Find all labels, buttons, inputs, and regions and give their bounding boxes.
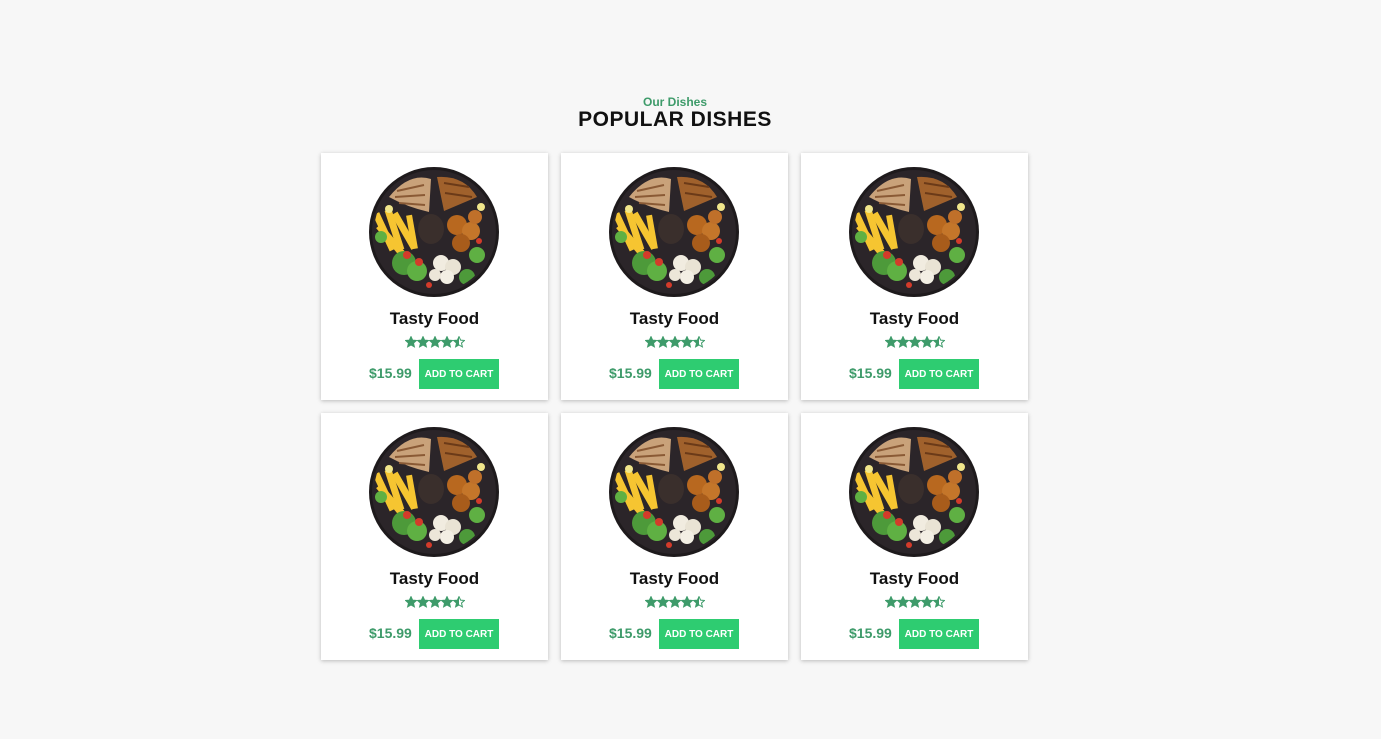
rating-stars	[321, 336, 548, 350]
rating-stars	[801, 336, 1028, 350]
star-icon	[908, 596, 921, 608]
dishes-grid: Tasty Food $15.99 ADD TO CART Tasty Food…	[321, 153, 1029, 660]
dish-price: $15.99	[849, 625, 892, 641]
star-icon	[884, 596, 897, 608]
food-plate-image	[369, 167, 499, 297]
star-icon	[428, 596, 441, 608]
star-icon	[656, 336, 669, 348]
food-plate-image	[849, 427, 979, 557]
star-half-icon	[692, 336, 705, 348]
rating-stars	[561, 336, 788, 350]
star-half-icon	[932, 596, 945, 608]
star-half-icon	[692, 596, 705, 608]
section-title: POPULAR DISHES	[578, 108, 772, 131]
star-icon	[920, 336, 933, 348]
dish-card: Tasty Food $15.99 ADD TO CART	[321, 153, 548, 400]
star-icon	[416, 596, 429, 608]
add-to-cart-button[interactable]: ADD TO CART	[659, 619, 739, 649]
dish-name: Tasty Food	[629, 309, 720, 328]
food-plate-image	[609, 167, 739, 297]
add-to-cart-button[interactable]: ADD TO CART	[899, 619, 979, 649]
star-icon	[668, 596, 681, 608]
star-icon	[896, 336, 909, 348]
dish-price: $15.99	[369, 365, 412, 381]
star-icon	[644, 336, 657, 348]
star-icon	[440, 336, 453, 348]
star-half-icon	[452, 596, 465, 608]
star-icon	[668, 336, 681, 348]
dish-name: Tasty Food	[869, 569, 960, 588]
star-icon	[404, 596, 417, 608]
dish-name: Tasty Food	[389, 309, 480, 328]
dish-name: Tasty Food	[389, 569, 480, 588]
star-icon	[656, 596, 669, 608]
food-plate-image	[369, 427, 499, 557]
dish-card: Tasty Food $15.99 ADD TO CART	[561, 413, 788, 660]
dish-price: $15.99	[369, 625, 412, 641]
dish-card: Tasty Food $15.99 ADD TO CART	[561, 153, 788, 400]
rating-stars	[801, 596, 1028, 610]
star-icon	[440, 596, 453, 608]
star-icon	[428, 336, 441, 348]
add-to-cart-button[interactable]: ADD TO CART	[419, 359, 499, 389]
dish-price: $15.99	[609, 625, 652, 641]
rating-stars	[561, 596, 788, 610]
popular-dishes-section: Our Dishes POPULAR DISHES Tasty Food $15…	[0, 0, 1381, 739]
star-icon	[404, 336, 417, 348]
star-icon	[680, 336, 693, 348]
star-icon	[920, 596, 933, 608]
rating-stars	[321, 596, 548, 610]
dish-name: Tasty Food	[869, 309, 960, 328]
star-icon	[416, 336, 429, 348]
star-half-icon	[932, 336, 945, 348]
dish-card: Tasty Food $15.99 ADD TO CART	[321, 413, 548, 660]
star-icon	[884, 336, 897, 348]
add-to-cart-button[interactable]: ADD TO CART	[659, 359, 739, 389]
dish-price: $15.99	[609, 365, 652, 381]
food-plate-image	[849, 167, 979, 297]
section-subtitle: Our Dishes	[642, 95, 708, 109]
star-half-icon	[452, 336, 465, 348]
dish-card: Tasty Food $15.99 ADD TO CART	[801, 153, 1028, 400]
dish-price: $15.99	[849, 365, 892, 381]
star-icon	[644, 596, 657, 608]
add-to-cart-button[interactable]: ADD TO CART	[899, 359, 979, 389]
star-icon	[908, 336, 921, 348]
dish-card: Tasty Food $15.99 ADD TO CART	[801, 413, 1028, 660]
star-icon	[896, 596, 909, 608]
dish-name: Tasty Food	[629, 569, 720, 588]
star-icon	[680, 596, 693, 608]
add-to-cart-button[interactable]: ADD TO CART	[419, 619, 499, 649]
food-plate-image	[609, 427, 739, 557]
